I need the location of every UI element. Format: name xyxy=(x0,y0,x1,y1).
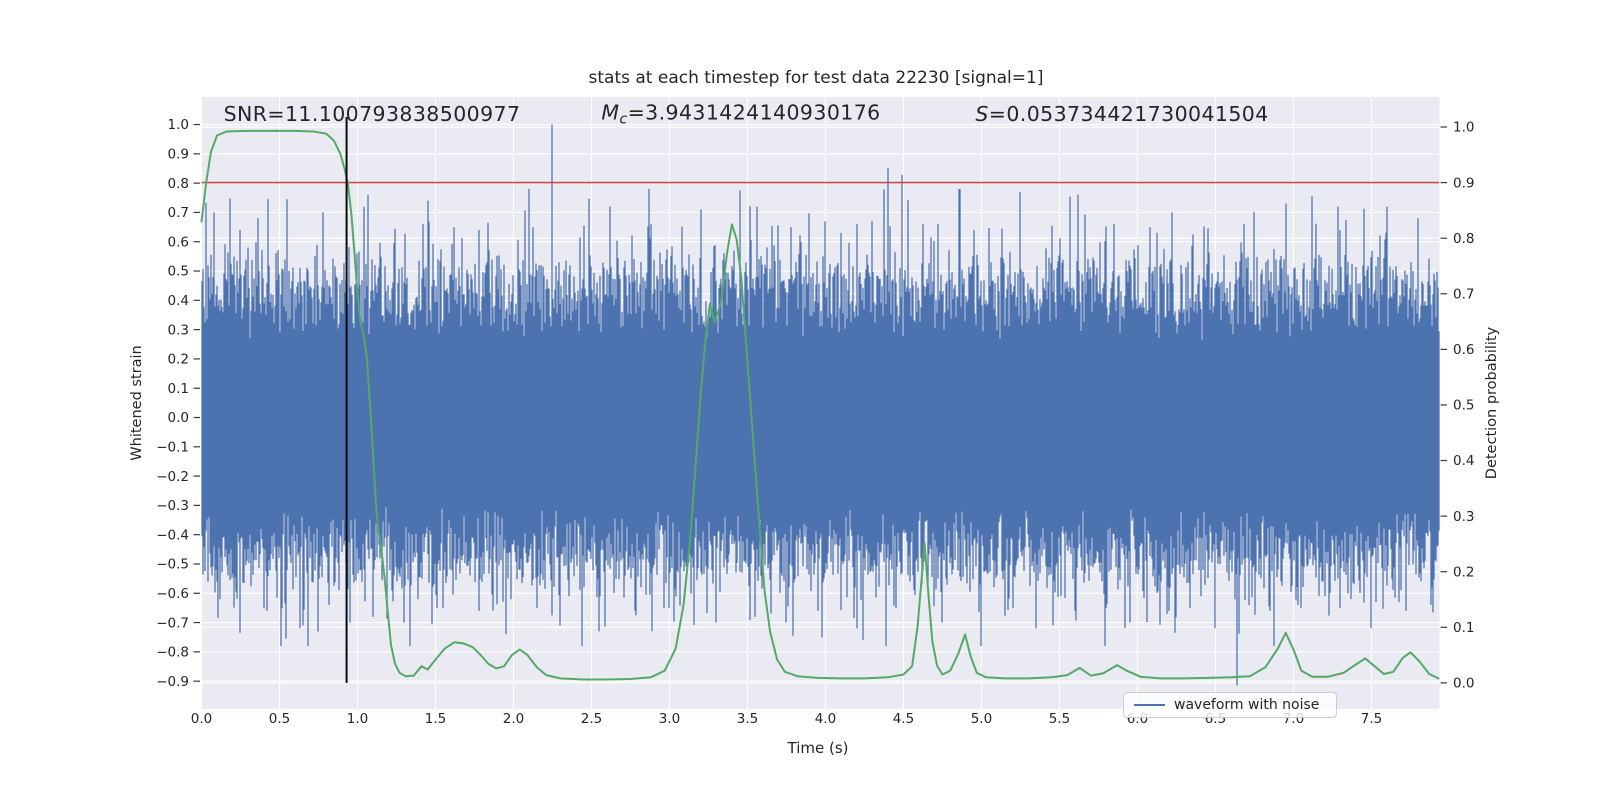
x-tick-label: 4.0 xyxy=(815,711,836,727)
y-left-tick-label: 0.2 xyxy=(168,352,189,368)
y-right-tick-label: 0.3 xyxy=(1453,509,1474,525)
y-left-tick-label: 0.4 xyxy=(168,293,189,309)
x-tick-label: 2.5 xyxy=(581,711,602,727)
x-tick-label: 3.0 xyxy=(659,711,680,727)
figure: 1.0 0.9 0.8 0.7 0.6 0.5 0.4 0.3 0.2 0.1 0.0 −0.1 −0.… xyxy=(0,0,1600,800)
y-left-tick-label: 0.6 xyxy=(168,234,189,250)
x-tick-label: 2.0 xyxy=(503,711,524,727)
annotation-snr-value: =11.100793838500977 xyxy=(267,102,521,126)
annotation-chirp-mass-value: =3.9431424140930176 xyxy=(627,100,881,125)
y-right-tick-label: 0.9 xyxy=(1453,175,1474,191)
y-left-tick-label: 0.5 xyxy=(168,264,189,280)
y-right-tick-label: 0.4 xyxy=(1453,453,1474,469)
legend: waveform with noise xyxy=(1123,692,1337,718)
x-tick-label: 1.5 xyxy=(425,711,446,727)
y-left-tick-label: 0.3 xyxy=(168,322,189,338)
y-axis-label-left: Whitened strain xyxy=(129,345,145,461)
y-right-tick-label: 0.2 xyxy=(1453,564,1474,580)
x-tick-label: 7.5 xyxy=(1361,711,1382,727)
y-left-tick-label: −0.9 xyxy=(156,674,189,690)
y-axis-label-right: Detection probability xyxy=(1484,326,1500,480)
annotation-significance-symbol: S xyxy=(975,102,989,126)
y-right-tick-label: 0.7 xyxy=(1453,286,1474,302)
y-right-tick-label: 0.1 xyxy=(1453,620,1474,636)
annotation-significance: S=0.053734421730041504 xyxy=(975,102,1268,126)
y-right-tick-label: 0.6 xyxy=(1453,342,1474,358)
y-left-tick-label: 0.1 xyxy=(168,381,189,397)
y-left-tick-label: −0.4 xyxy=(156,527,189,543)
y-left-tick-label: −0.8 xyxy=(156,645,189,661)
y-left-tick-label: −0.7 xyxy=(156,615,189,631)
annotation-snr: SNR=11.100793838500977 xyxy=(224,102,521,126)
y-left-tick-label: −0.6 xyxy=(156,586,189,602)
y-left-tick-label: −0.5 xyxy=(156,557,189,573)
y-left-tick-label: 0.7 xyxy=(168,205,189,221)
x-tick-label: 0.5 xyxy=(269,711,290,727)
x-tick-label: 0.0 xyxy=(191,711,212,727)
annotation-snr-label: SNR xyxy=(223,102,268,126)
y-left-tick-label: −0.3 xyxy=(156,498,189,514)
annotation-chirp-mass-subscript: c xyxy=(619,111,628,128)
annotation-chirp-mass: Mc=3.9431424140930176 xyxy=(601,100,880,127)
y-right-tick-label: 0.0 xyxy=(1453,676,1474,692)
y-right-tick-label: 0.8 xyxy=(1453,231,1474,247)
y-left-tick-label: 0.9 xyxy=(168,147,189,163)
x-tick-label: 5.0 xyxy=(971,711,992,727)
y-left-tick-label: 0.0 xyxy=(168,410,189,426)
y-left-tick-label: −0.2 xyxy=(156,469,189,485)
legend-line-swatch xyxy=(1134,704,1165,706)
y-left-tick-label: 0.8 xyxy=(168,176,189,192)
x-tick-label: 4.5 xyxy=(893,711,914,727)
annotation-chirp-mass-symbol: M xyxy=(601,100,620,125)
y-left-tick-label: −0.1 xyxy=(156,439,189,455)
y-left-tick-label: 1.0 xyxy=(168,117,189,133)
x-tick-label: 5.5 xyxy=(1049,711,1070,727)
x-axis-label: Time (s) xyxy=(787,739,849,757)
x-tick-label: 3.5 xyxy=(737,711,758,727)
annotation-significance-value: =0.053734421730041504 xyxy=(988,102,1269,126)
chart-title: stats at each timestep for test data 222… xyxy=(588,68,1044,88)
x-tick-label: 1.0 xyxy=(347,711,368,727)
y-right-tick-label: 0.5 xyxy=(1453,398,1474,414)
y-right-tick-label: 1.0 xyxy=(1453,120,1474,136)
legend-entry-label: waveform with noise xyxy=(1174,697,1320,713)
